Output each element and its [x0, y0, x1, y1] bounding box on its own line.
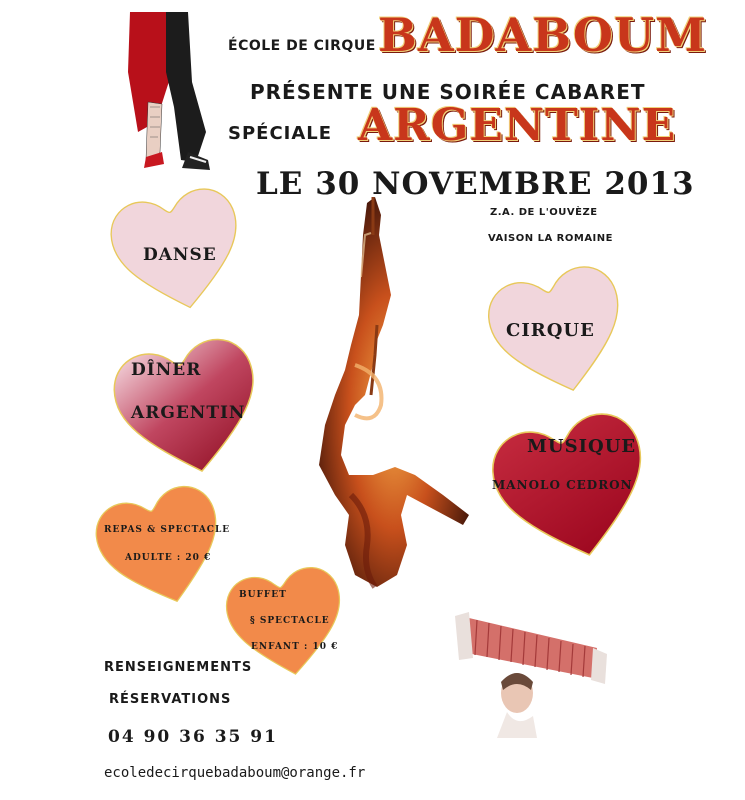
address-line-1: Z.A. DE L'OUVÈZE	[490, 207, 598, 218]
buffet-label: BUFFET	[239, 590, 287, 600]
diner-label-line-2: ARGENTIN	[131, 403, 246, 423]
cirque-label: CIRQUE	[506, 320, 595, 341]
danse-label: DANSE	[143, 245, 217, 265]
repas-label: REPAS & SPECTACLE	[104, 525, 231, 535]
tango-dancers-photo	[126, 12, 216, 177]
reservations-text: RÉSERVATIONS	[109, 692, 232, 707]
speciale-text: SPÉCIALE	[228, 123, 333, 144]
repas-price-label: ADULTE : 20 €	[125, 553, 212, 563]
ecole-de-cirque-text: ÉCOLE DE CIRQUE	[228, 38, 376, 54]
heart-repas-adulte	[95, 485, 217, 603]
email-address[interactable]: ecoledecirquebadaboum@orange.fr	[104, 765, 365, 781]
address-line-2: VAISON LA ROMAINE	[488, 233, 613, 244]
diner-label-line-1: DÎNER	[131, 360, 202, 380]
aerial-acrobat-photo	[319, 197, 469, 589]
musique-artist-label: MANOLO CEDRON	[492, 478, 633, 492]
argentine-title: ARGENTINE	[358, 100, 677, 151]
musique-label: MUSIQUE	[527, 436, 637, 457]
badaboum-title: BADABOUM	[378, 8, 707, 62]
accordion-player-photo	[447, 598, 617, 738]
phone-number[interactable]: 04 90 36 35 91	[108, 727, 278, 747]
buffet-spectacle-label: § SPECTACLE	[250, 616, 330, 626]
renseignements-text: RENSEIGNEMENTS	[104, 660, 253, 675]
buffet-price-label: ENFANT : 10 €	[251, 642, 339, 652]
